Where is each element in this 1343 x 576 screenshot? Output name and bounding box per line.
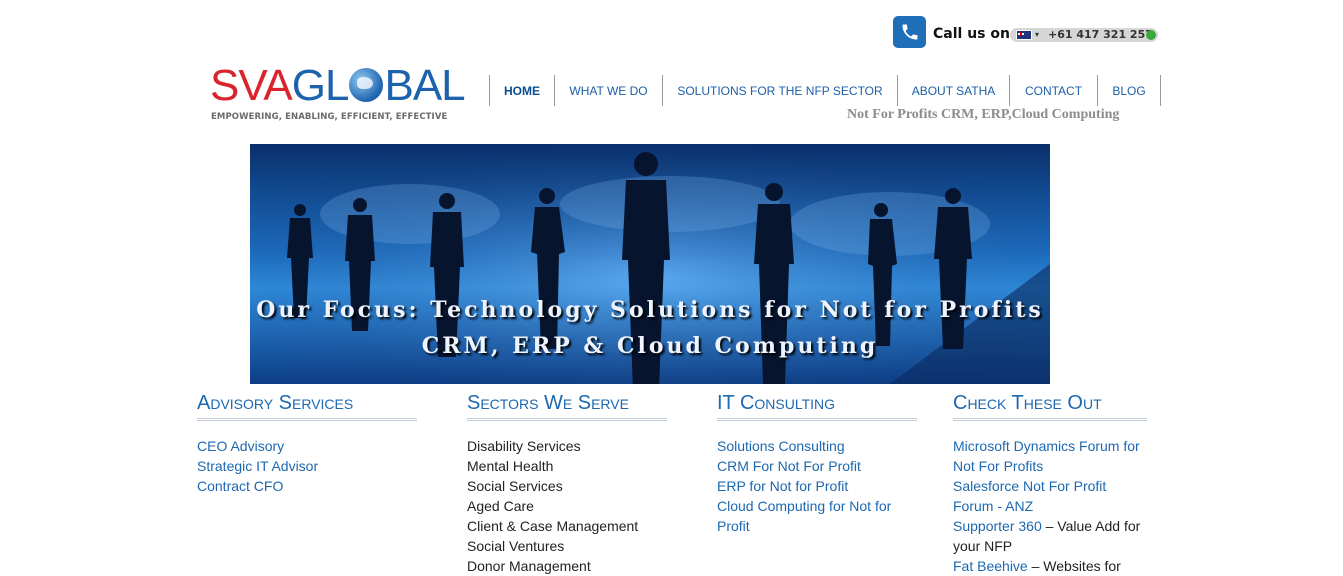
list-item[interactable]: Fat Beehive – Websites for bbox=[953, 556, 1147, 576]
nav-what-we-do[interactable]: WHAT WE DO bbox=[555, 75, 663, 106]
check-these-out-section: Check These Out Microsoft Dynamics Forum… bbox=[953, 391, 1147, 576]
list-item[interactable]: Solutions Consulting bbox=[717, 436, 917, 456]
section-title: IT Consulting bbox=[717, 391, 917, 421]
list-item[interactable]: Salesforce Not For Profit Forum - ANZ bbox=[953, 476, 1147, 516]
list-item[interactable]: ERP for Not for Profit bbox=[717, 476, 917, 496]
site-subtitle: Not For Profits CRM, ERP,Cloud Computing bbox=[847, 107, 1120, 122]
list-item[interactable]: CEO Advisory bbox=[197, 436, 417, 456]
nav-contact[interactable]: CONTACT bbox=[1010, 75, 1098, 106]
chevron-down-icon[interactable]: ▾ bbox=[1035, 30, 1039, 39]
logo[interactable]: SVAGL BAL EMPOWERING, ENABLING, EFFICIENT… bbox=[210, 64, 466, 123]
list-item[interactable]: CRM For Not For Profit bbox=[717, 456, 917, 476]
hero-banner: Our Focus: Technology Solutions for Not … bbox=[250, 144, 1050, 384]
australia-flag-icon[interactable] bbox=[1016, 30, 1032, 40]
call-us-label: Call us on bbox=[933, 26, 1010, 42]
list-item[interactable]: Contract CFO bbox=[197, 476, 417, 496]
list-item[interactable]: Supporter 360 – Value Add for your NFP bbox=[953, 516, 1147, 556]
call-phone-icon[interactable] bbox=[1146, 30, 1156, 40]
it-consulting-section: IT Consulting Solutions Consulting CRM F… bbox=[717, 391, 917, 536]
banner-headline: Our Focus: Technology Solutions for Not … bbox=[256, 297, 1044, 323]
globe-icon bbox=[349, 68, 384, 102]
list-item[interactable]: Microsoft Dynamics Forum for Not For Pro… bbox=[953, 436, 1147, 476]
section-title: Check These Out bbox=[953, 391, 1147, 421]
logo-tagline: EMPOWERING, ENABLING, EFFICIENT, EFFECTI… bbox=[211, 112, 448, 122]
nav-solutions-nfp[interactable]: SOLUTIONS FOR THE NFP SECTOR bbox=[663, 75, 898, 106]
list-item: Social Ventures bbox=[467, 538, 565, 554]
section-title: Sectors We Serve bbox=[467, 391, 667, 421]
nav-about-satha[interactable]: ABOUT SATHA bbox=[898, 75, 1010, 106]
phone-number[interactable]: +61 417 321 257 bbox=[1048, 28, 1153, 42]
main-nav: HOME WHAT WE DO SOLUTIONS FOR THE NFP SE… bbox=[489, 75, 1161, 106]
list-item[interactable]: Strategic IT Advisor bbox=[197, 456, 417, 476]
list-item: Social Services bbox=[467, 478, 563, 494]
list-item: Donor Management bbox=[467, 558, 591, 574]
sectors-section: Sectors We Serve Disability Services Men… bbox=[467, 391, 667, 576]
nav-home[interactable]: HOME bbox=[490, 75, 555, 106]
list-item[interactable]: Cloud Computing for Not for Profit bbox=[717, 496, 917, 536]
section-title: Advisory Services bbox=[197, 391, 417, 421]
banner-subheadline: CRM, ERP & Cloud Computing bbox=[421, 333, 879, 359]
nav-blog[interactable]: BLOG bbox=[1098, 75, 1161, 106]
phone-icon bbox=[893, 16, 926, 48]
list-item: Client & Case Management bbox=[467, 518, 639, 534]
advisory-services-section: Advisory Services CEO Advisory Strategic… bbox=[197, 391, 417, 496]
list-item: Mental Health bbox=[467, 458, 554, 474]
list-item: Disability Services bbox=[467, 438, 581, 454]
list-item: Aged Care bbox=[467, 498, 534, 514]
